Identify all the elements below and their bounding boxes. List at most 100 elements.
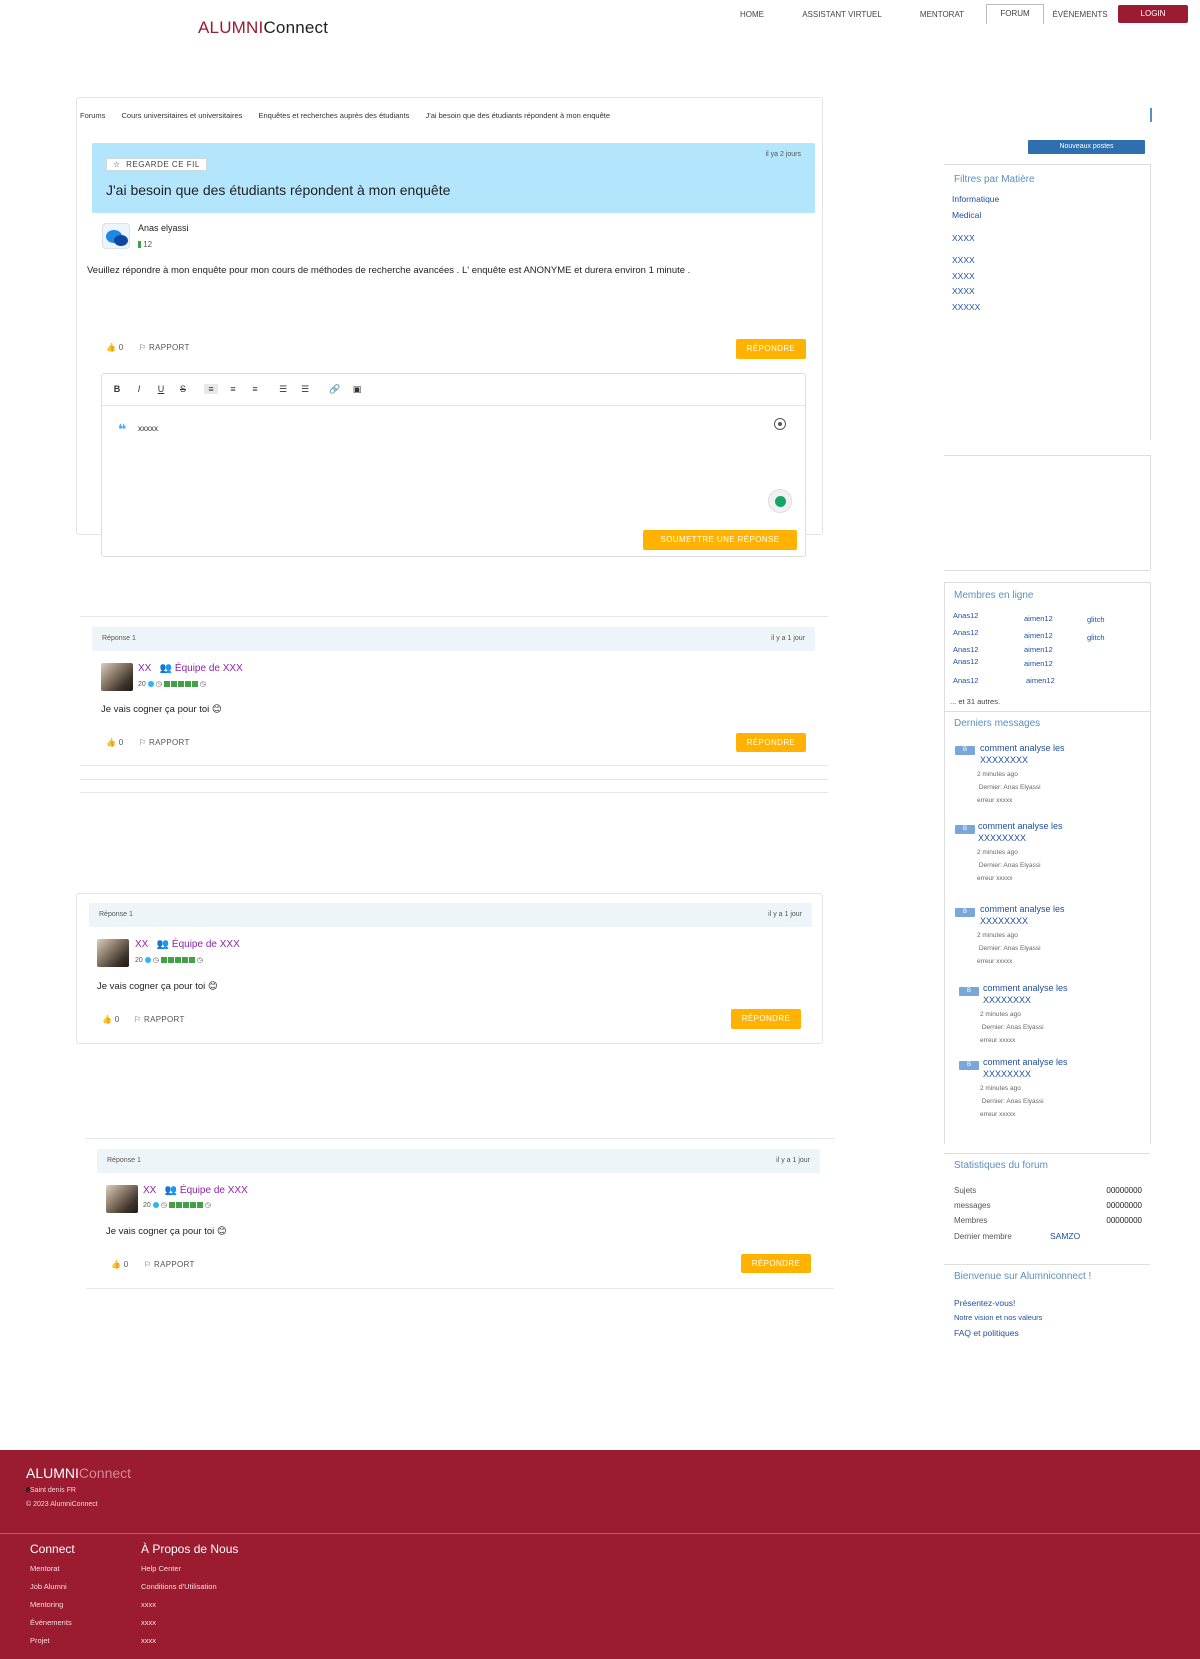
bullet-list-button[interactable]: ☰	[276, 384, 290, 395]
footer-link[interactable]: Conditions d'Utilisation	[141, 1582, 217, 1591]
reply-report-button[interactable]: ⚐ RAPPORT	[134, 1015, 185, 1024]
reply-avatar[interactable]	[106, 1185, 138, 1213]
welcome-link-faq[interactable]: FAQ et politiques	[954, 1328, 1019, 1338]
clock-icon: ◷	[196, 957, 203, 964]
reply-like-button[interactable]: 👍 0	[102, 1015, 120, 1024]
footer-link[interactable]: Mentorat	[30, 1564, 60, 1573]
welcome-link-intro[interactable]: Présentez-vous!	[954, 1298, 1015, 1308]
online-member[interactable]: aimen12	[1024, 631, 1053, 640]
welcome-link-vision[interactable]: Notre vision et nos valeurs	[954, 1313, 1042, 1322]
topic-reply-button[interactable]: RÉPONDRE	[736, 339, 806, 359]
image-button[interactable]: ▣	[350, 384, 364, 395]
reply-stats: 20 ◷ ◷	[135, 957, 203, 964]
topic-like-button[interactable]: 👍 0	[106, 343, 124, 352]
reply-avatar[interactable]	[101, 663, 133, 691]
online-member[interactable]: Anas12	[953, 628, 978, 637]
divider	[944, 582, 1150, 583]
stat-value: 00000000	[1106, 1201, 1142, 1210]
online-member[interactable]: glitch	[1087, 615, 1105, 624]
footer-link[interactable]: Job Alumni	[30, 1582, 67, 1591]
numbered-list-button[interactable]: ☰	[298, 384, 312, 395]
reply-report-button[interactable]: ⚐ RAPPORT	[139, 738, 190, 747]
footer-logo[interactable]: ALUMNIConnect	[26, 1465, 131, 1481]
recent-message-title[interactable]: comment analyse les XXXXXXXX	[978, 820, 1063, 844]
brand-logo[interactable]: ALUMNIConnect	[198, 18, 328, 38]
filter-item[interactable]: XXXX	[952, 255, 975, 265]
reply-header: Réponse 1 il y a 1 jour	[89, 903, 812, 927]
login-button[interactable]: LOGIN	[1118, 5, 1188, 23]
recent-message-title[interactable]: comment analyse les XXXXXXXX	[983, 1056, 1068, 1080]
footer-link[interactable]: xxxx	[141, 1618, 156, 1627]
author-name[interactable]: Anas elyassi	[138, 223, 189, 233]
reply-user[interactable]: XX 👥 Équipe de XXX	[135, 939, 240, 950]
submit-reply-button[interactable]: SOUMETTRE UNE RÉPONSE	[643, 530, 797, 550]
reply-like-button[interactable]: 👍 0	[111, 1260, 129, 1269]
filter-informatique[interactable]: Informatique	[952, 194, 999, 204]
link-button[interactable]: 🔗	[328, 384, 342, 395]
online-member[interactable]: Anas12	[953, 676, 978, 685]
online-member[interactable]: Anas12	[953, 657, 978, 666]
online-member[interactable]: aimen12	[1026, 676, 1055, 685]
nav-mentorat[interactable]: MENTORAT	[915, 6, 969, 24]
footer-link[interactable]: Help Center	[141, 1564, 181, 1573]
footer-link[interactable]: Projet	[30, 1636, 50, 1645]
align-center-button[interactable]: ≡	[226, 384, 240, 394]
align-left-button[interactable]: ≡	[204, 384, 218, 394]
editor-content[interactable]: xxxxx	[138, 424, 158, 433]
online-member[interactable]: aimen12	[1024, 645, 1053, 654]
author-avatar[interactable]	[102, 223, 130, 249]
footer-link[interactable]: xxxx	[141, 1636, 156, 1645]
footer-link[interactable]: Mentoring	[30, 1600, 63, 1609]
filter-item[interactable]: XXXX	[952, 286, 975, 296]
reply-reply-button[interactable]: RÉPONDRE	[736, 733, 806, 752]
recent-message-title[interactable]: comment analyse les XXXXXXXX	[980, 742, 1065, 766]
star-icon: ☆	[113, 160, 121, 169]
strike-button[interactable]: S	[176, 384, 190, 394]
clock-icon: ◷	[152, 957, 159, 964]
reply-user[interactable]: XX 👥 Équipe de XXX	[143, 1185, 248, 1196]
nav-forum[interactable]: FORUM	[986, 4, 1044, 24]
filter-medical[interactable]: Medical	[952, 210, 981, 220]
reply-avatar[interactable]	[97, 939, 129, 967]
footer-link[interactable]: xxxx	[141, 1600, 156, 1609]
last-member-label: Dernier membre	[954, 1232, 1012, 1241]
reply-body: Je vais cogner ça pour toi 😊	[101, 704, 222, 715]
nav-assistant[interactable]: ASSISTANT VIRTUEL	[796, 6, 888, 24]
topic-header: ☆ REGARDE CE FIL J'ai besoin que des étu…	[92, 143, 815, 213]
status-dot	[147, 681, 154, 688]
online-member[interactable]: aimen12	[1024, 614, 1053, 623]
grammar-assistant-icon[interactable]	[768, 489, 792, 513]
align-right-button[interactable]: ≡	[248, 384, 262, 394]
breadcrumb-forums[interactable]: Forums	[80, 111, 105, 120]
online-more[interactable]: ... et 31 autres.	[950, 697, 1000, 706]
online-member[interactable]: aimen12	[1024, 659, 1053, 668]
underline-button[interactable]: U	[154, 384, 168, 394]
new-posts-button[interactable]: Nouveaux postes	[1028, 140, 1145, 154]
filter-item[interactable]: XXXX	[952, 233, 975, 243]
last-member-link[interactable]: SAMZO	[1050, 1231, 1080, 1241]
breadcrumb-courses[interactable]: Cours universitaires et universitaires	[122, 111, 243, 120]
reply-reply-button[interactable]: RÉPONDRE	[741, 1254, 811, 1273]
nav-evenements[interactable]: ÉVÉNEMENTS	[1048, 6, 1112, 24]
breadcrumb-surveys[interactable]: Enquêtes et recherches auprès des étudia…	[259, 111, 410, 120]
online-member[interactable]: glitch	[1087, 633, 1105, 642]
target-icon[interactable]	[774, 418, 786, 430]
footer-link[interactable]: Événements	[30, 1618, 72, 1627]
nav-home[interactable]: HOME	[732, 6, 772, 24]
reply-reply-button[interactable]: RÉPONDRE	[731, 1009, 801, 1029]
watch-thread-button[interactable]: ☆ REGARDE CE FIL	[106, 158, 207, 171]
reply-user[interactable]: XX 👥 Équipe de XXX	[138, 663, 243, 674]
online-member[interactable]: Anas12	[953, 611, 978, 620]
recent-message-title[interactable]: comment analyse les XXXXXXXX	[983, 982, 1068, 1006]
recent-message-title[interactable]: comment analyse les XXXXXXXX	[980, 903, 1065, 927]
reply-editor: B I U S ≡ ≡ ≡ ☰ ☰ 🔗 ▣ ❝ xxxxx SOUMETTRE …	[101, 373, 806, 557]
online-member[interactable]: Anas12	[953, 645, 978, 654]
reply-report-button[interactable]: ⚐ RAPPORT	[144, 1260, 195, 1269]
stat-label: Membres	[954, 1216, 988, 1225]
italic-button[interactable]: I	[132, 384, 146, 394]
bold-button[interactable]: B	[110, 384, 124, 394]
filter-item[interactable]: XXXX	[952, 271, 975, 281]
topic-report-button[interactable]: ⚐ RAPPORT	[139, 343, 190, 352]
filter-item[interactable]: XXXXX	[952, 302, 980, 312]
reply-like-button[interactable]: 👍 0	[106, 738, 124, 747]
